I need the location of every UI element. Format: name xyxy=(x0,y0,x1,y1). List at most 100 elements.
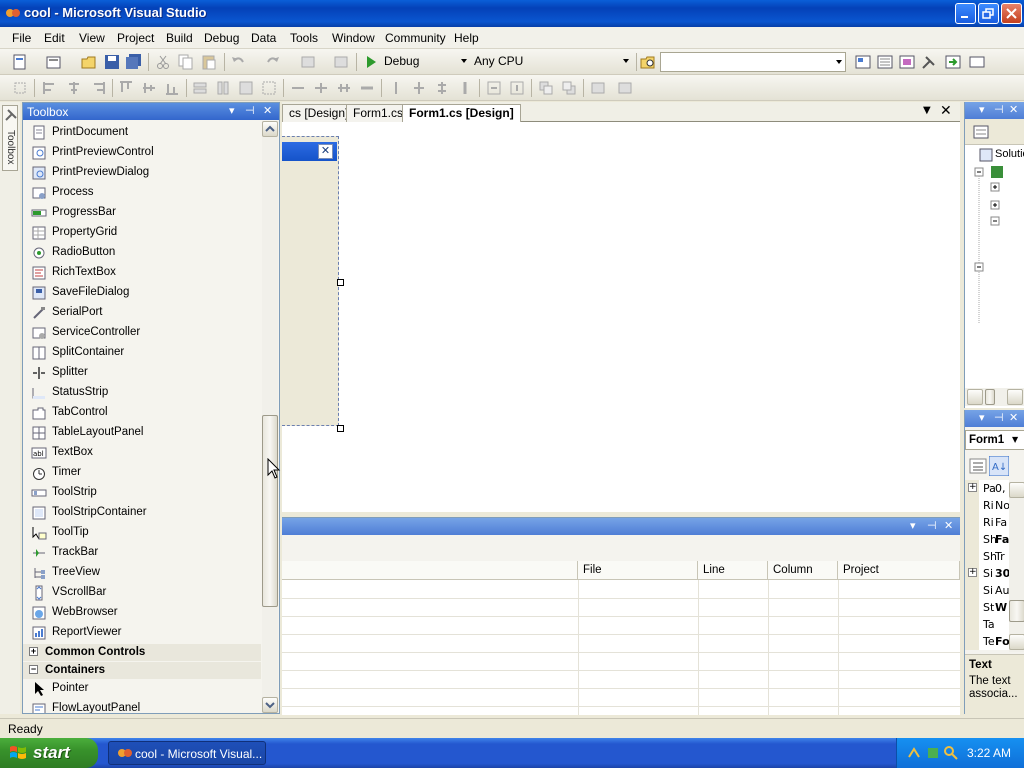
form-designer-surface[interactable]: ✕ xyxy=(282,122,960,512)
start-button[interactable]: start xyxy=(0,738,98,768)
close-button[interactable] xyxy=(1001,3,1022,24)
redo-icon[interactable] xyxy=(265,54,281,70)
column-header-file[interactable]: File xyxy=(578,561,698,580)
tab-close-button[interactable]: ✕ xyxy=(940,103,952,119)
form1-preview[interactable]: ✕ xyxy=(282,136,339,426)
property-name[interactable]: St xyxy=(983,601,994,614)
menu-build[interactable]: Build xyxy=(166,31,193,45)
scroll-up-button[interactable] xyxy=(1009,482,1024,498)
lock-controls-icon[interactable] xyxy=(617,80,633,96)
panel-close-button[interactable]: ✕ xyxy=(1009,103,1018,116)
toolbox-item[interactable]: PrintPreviewDialog xyxy=(23,163,261,183)
new-project-icon[interactable] xyxy=(12,54,28,70)
categorized-icon[interactable] xyxy=(969,458,987,474)
toolbox-item[interactable]: TableLayoutPanel xyxy=(23,423,261,443)
panel-pin-button[interactable]: ⊣ xyxy=(994,103,1004,116)
search-icon[interactable] xyxy=(943,745,959,761)
align-rights-icon[interactable] xyxy=(90,80,106,96)
property-value[interactable]: 0, xyxy=(995,482,1006,495)
property-name[interactable]: Si xyxy=(983,567,993,580)
toolbox-item[interactable]: SplitContainer xyxy=(23,343,261,363)
toolbox-item[interactable]: ReportViewer xyxy=(23,623,261,643)
toolbox-item[interactable]: TrackBar xyxy=(23,543,261,563)
scroll-thumb[interactable] xyxy=(985,389,995,405)
solution-explorer-icon[interactable] xyxy=(855,54,871,70)
menu-community[interactable]: Community xyxy=(385,31,446,45)
property-name[interactable]: Si xyxy=(983,584,993,597)
menu-project[interactable]: Project xyxy=(117,31,154,45)
find-combo[interactable] xyxy=(660,52,846,72)
scroll-thumb[interactable] xyxy=(1009,600,1024,622)
expand-icon[interactable]: + xyxy=(968,483,977,492)
properties-scrollbar[interactable] xyxy=(1009,482,1024,652)
properties-window-icon[interactable] xyxy=(877,54,893,70)
property-name[interactable]: Ta xyxy=(983,618,995,631)
menu-data[interactable]: Data xyxy=(251,31,276,45)
scroll-right-button[interactable] xyxy=(1007,389,1023,405)
tab-design-partial[interactable]: cs [Design] xyxy=(282,104,356,122)
toolbox-item[interactable]: FlowLayoutPanel xyxy=(23,699,261,713)
resize-handle-right[interactable] xyxy=(337,279,344,286)
minimize-button[interactable] xyxy=(955,3,976,24)
toolbox-item[interactable]: ToolTip xyxy=(23,523,261,543)
alphabetical-icon[interactable]: A↓ xyxy=(989,456,1009,476)
column-header-project[interactable]: Project xyxy=(838,561,960,580)
panel-pin-button[interactable]: ⊣ xyxy=(994,411,1004,424)
toolbox-item[interactable]: WebBrowser xyxy=(23,603,261,623)
add-item-icon[interactable] xyxy=(46,54,62,70)
scroll-down-button[interactable] xyxy=(1009,634,1024,650)
solution-configuration-combo[interactable]: Debug xyxy=(380,52,470,72)
property-value[interactable]: Fa xyxy=(995,516,1007,529)
scroll-up-button[interactable] xyxy=(262,121,278,137)
scroll-thumb[interactable] xyxy=(262,415,278,607)
toolbox-item[interactable]: PrintDocument xyxy=(23,123,261,143)
decrease-horizontal-spacing-icon[interactable] xyxy=(336,80,352,96)
find-in-files-icon[interactable] xyxy=(640,54,656,70)
property-name[interactable]: Ri xyxy=(983,499,994,512)
align-bottoms-icon[interactable] xyxy=(164,80,180,96)
menu-tools[interactable]: Tools xyxy=(290,31,318,45)
navigate-backward-icon[interactable] xyxy=(300,54,316,70)
center-horizontally-icon[interactable] xyxy=(486,80,502,96)
make-same-height-icon[interactable] xyxy=(215,80,231,96)
cut-icon[interactable] xyxy=(155,54,171,70)
solution-node-label[interactable]: Solutio xyxy=(995,148,1024,160)
toolbox-item[interactable]: SaveFileDialog xyxy=(23,283,261,303)
toolbox-item[interactable]: RadioButton xyxy=(23,243,261,263)
menu-window[interactable]: Window xyxy=(332,31,375,45)
toolbox-side-tab[interactable]: Toolbox xyxy=(2,105,18,171)
menu-help[interactable]: Help xyxy=(454,31,479,45)
remove-horizontal-spacing-icon[interactable] xyxy=(359,80,375,96)
expand-icon[interactable]: + xyxy=(968,568,977,577)
toolbox-item[interactable]: ToolStripContainer xyxy=(23,503,261,523)
network-icon[interactable] xyxy=(907,745,923,761)
save-icon[interactable] xyxy=(104,54,120,70)
open-file-icon[interactable] xyxy=(81,54,97,70)
toolbox-item[interactable]: TabControl xyxy=(23,403,261,423)
panel-menu-button[interactable]: ▾ xyxy=(979,411,985,424)
panel-menu-button[interactable]: ▾ xyxy=(910,519,916,532)
property-value[interactable]: Tr xyxy=(995,550,1005,563)
toolbox-scrollbar[interactable] xyxy=(262,121,278,713)
tab-order-icon[interactable] xyxy=(590,80,606,96)
property-value[interactable]: Au xyxy=(995,584,1010,597)
panel-close-button[interactable]: ✕ xyxy=(944,519,953,532)
restore-button[interactable] xyxy=(978,3,999,24)
taskbar-window-button[interactable]: cool - Microsoft Visual... xyxy=(108,741,266,765)
property-name[interactable]: Pa xyxy=(983,482,996,495)
scroll-left-button[interactable] xyxy=(967,389,983,405)
command-window-icon[interactable] xyxy=(969,54,985,70)
property-value[interactable]: Fa xyxy=(995,533,1009,546)
toolbox-item[interactable]: SerialPort xyxy=(23,303,261,323)
panel-close-button[interactable]: ✕ xyxy=(1009,411,1018,424)
toolbox-item[interactable]: Process xyxy=(23,183,261,203)
remove-vertical-spacing-icon[interactable] xyxy=(457,80,473,96)
bring-to-front-icon[interactable] xyxy=(538,80,554,96)
increase-horizontal-spacing-icon[interactable] xyxy=(313,80,329,96)
toolbox-item[interactable]: StatusStrip xyxy=(23,383,261,403)
toolbox-item[interactable]: ToolStrip xyxy=(23,483,261,503)
navigate-forward-icon[interactable] xyxy=(333,54,349,70)
toolbox-close-button[interactable]: ✕ xyxy=(263,104,272,117)
property-value[interactable]: Fo xyxy=(995,635,1010,648)
toolbox-item[interactable]: TreeView xyxy=(23,563,261,583)
